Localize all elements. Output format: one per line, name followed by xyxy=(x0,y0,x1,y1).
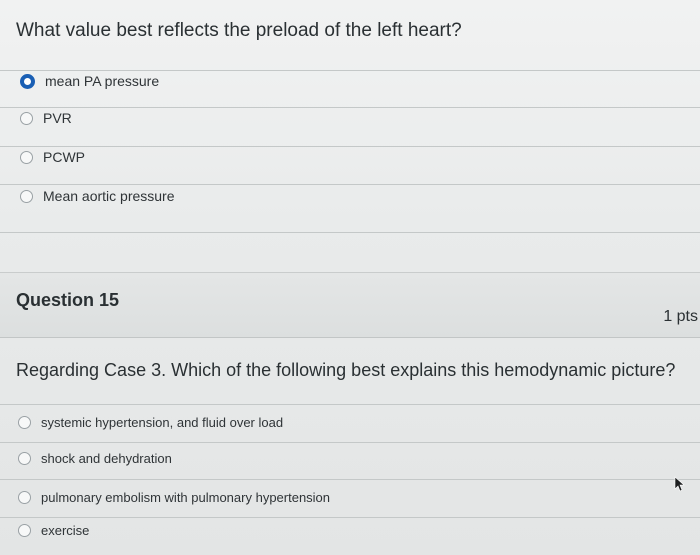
divider xyxy=(0,442,700,443)
divider xyxy=(0,70,700,71)
divider xyxy=(0,232,700,233)
answer-label: systemic hypertension, and fluid over lo… xyxy=(41,415,284,430)
radio-icon[interactable] xyxy=(20,150,33,164)
answer-label: pulmonary embolism with pulmonary hypert… xyxy=(41,490,331,505)
question-15-title: Question 15 xyxy=(16,290,120,310)
answer-label: PVR xyxy=(43,110,72,126)
answer-option-shock-dehydration[interactable]: shock and dehydration xyxy=(18,451,172,466)
answer-option-systemic-hypertension[interactable]: systemic hypertension, and fluid over lo… xyxy=(18,415,283,430)
divider xyxy=(0,146,700,147)
divider xyxy=(0,107,700,108)
divider xyxy=(0,479,700,480)
divider xyxy=(0,404,700,405)
radio-icon[interactable] xyxy=(20,189,33,203)
answer-label: shock and dehydration xyxy=(41,451,172,466)
question-15-points: 1 pts xyxy=(663,308,698,325)
radio-icon[interactable] xyxy=(20,111,33,125)
radio-icon[interactable] xyxy=(18,452,31,465)
answer-option-mean-aortic-pressure[interactable]: Mean aortic pressure xyxy=(20,188,175,204)
answer-option-pulmonary-embolism[interactable]: pulmonary embolism with pulmonary hypert… xyxy=(18,490,330,505)
radio-icon[interactable] xyxy=(18,524,31,537)
answer-label: PCWP xyxy=(43,149,85,165)
answer-option-mean-pa-pressure[interactable]: mean PA pressure xyxy=(20,73,159,89)
radio-icon[interactable] xyxy=(18,491,31,504)
question-14-text: What value best reflects the preload of … xyxy=(16,20,462,41)
answer-label: Mean aortic pressure xyxy=(43,188,175,204)
divider xyxy=(0,517,700,518)
answer-option-exercise[interactable]: exercise xyxy=(18,523,89,538)
answer-option-pvr[interactable]: PVR xyxy=(20,110,72,126)
answer-label: exercise xyxy=(41,523,90,538)
answer-option-pcwp[interactable]: PCWP xyxy=(20,149,85,165)
mouse-cursor-icon xyxy=(674,476,685,492)
radio-selected-icon[interactable] xyxy=(20,73,35,89)
divider xyxy=(0,184,700,185)
question-15-text: Regarding Case 3. Which of the following… xyxy=(16,360,676,380)
answer-label: mean PA pressure xyxy=(45,73,160,89)
radio-icon[interactable] xyxy=(18,416,31,429)
